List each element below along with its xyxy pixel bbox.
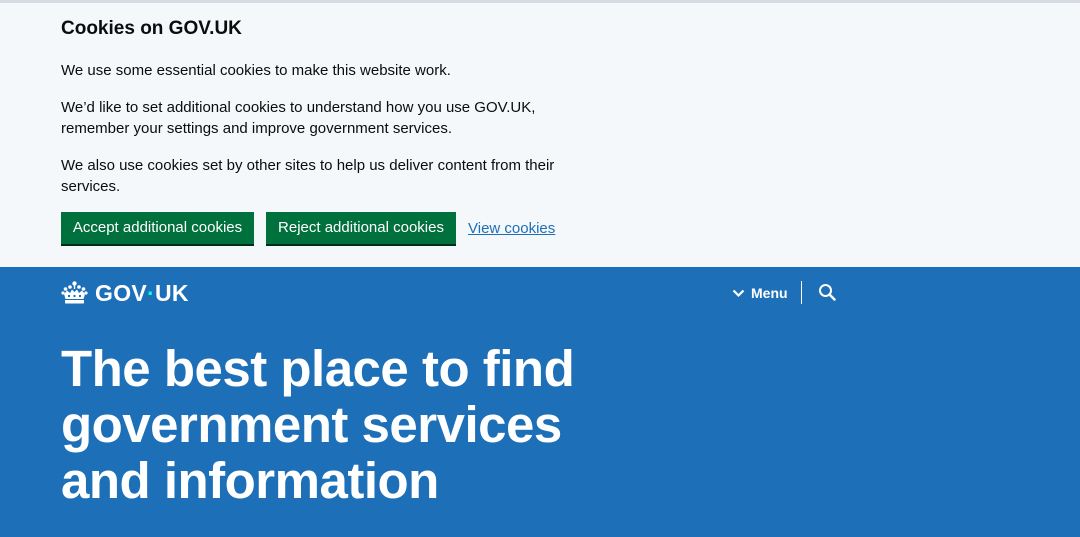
crown-icon — [61, 281, 88, 304]
accept-cookies-button[interactable]: Accept additional cookies — [61, 212, 254, 244]
cookie-banner-paragraph-1: We use some essential cookies to make th… — [61, 62, 451, 79]
chevron-down-icon — [732, 289, 745, 297]
logo-text-left: GOV — [95, 280, 148, 306]
cookie-banner-title: Cookies on GOV.UK — [61, 18, 242, 39]
logo-dot: · — [147, 280, 155, 306]
search-icon — [819, 284, 836, 301]
logo-text-right: UK — [155, 280, 189, 306]
cookie-banner-paragraph-2: We’d like to set additional cookies to u… — [61, 99, 536, 137]
view-cookies-link[interactable]: View cookies — [468, 219, 555, 239]
site-header: GOV·UK Menu The best place to find gover… — [0, 267, 1080, 537]
menu-button[interactable]: Menu — [732, 282, 788, 304]
menu-label: Menu — [751, 285, 788, 301]
govuk-logo-link[interactable]: GOV·UK — [61, 279, 189, 307]
cookie-banner-paragraph-3: We also use cookies set by other sites t… — [61, 157, 555, 195]
search-button[interactable] — [818, 283, 838, 303]
hero-title: The best place to find government servic… — [61, 340, 575, 509]
reject-cookies-button[interactable]: Reject additional cookies — [266, 212, 456, 244]
nav-divider — [801, 281, 802, 304]
govuk-logo-text: GOV·UK — [95, 279, 189, 307]
cookie-banner: Cookies on GOV.UK We use some essential … — [0, 0, 1080, 267]
